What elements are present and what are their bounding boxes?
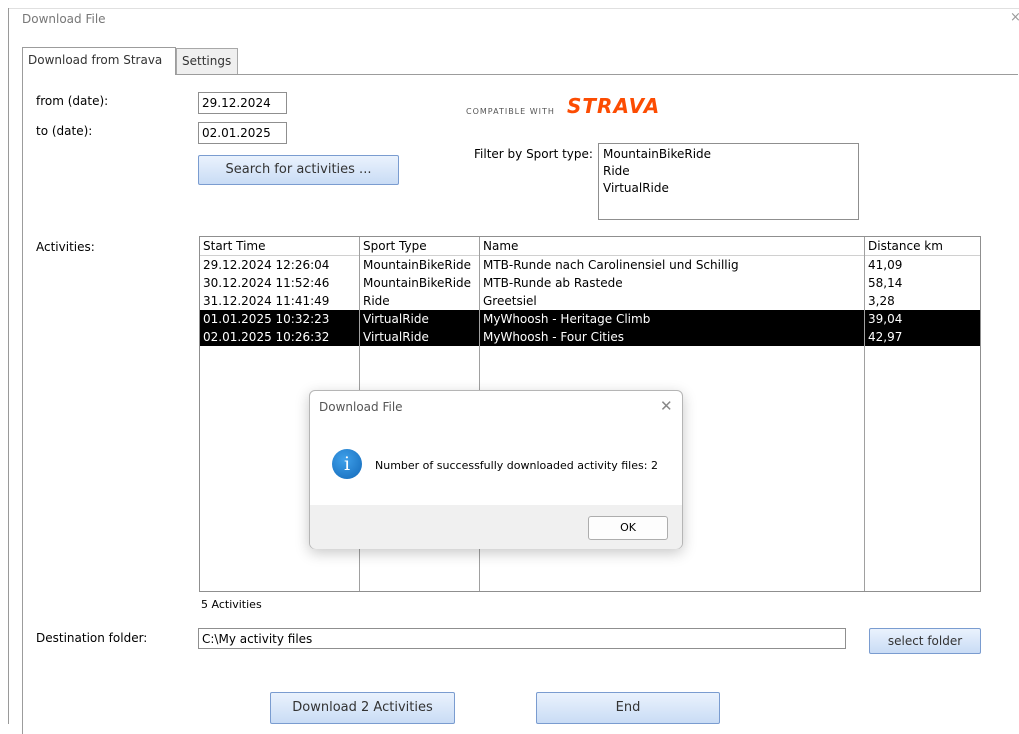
cell-distance: 39,04	[868, 312, 903, 326]
column-divider	[864, 237, 865, 591]
cell-name: MyWhoosh - Heritage Climb	[483, 312, 651, 326]
activities-label: Activities:	[36, 240, 95, 254]
select-folder-button[interactable]: select folder	[869, 628, 981, 654]
search-activities-button[interactable]: Search for activities ...	[198, 155, 399, 185]
window-close-icon[interactable]: ×	[1010, 10, 1019, 25]
sport-option[interactable]: MountainBikeRide	[603, 146, 854, 163]
sport-option[interactable]: Ride	[603, 163, 854, 180]
sport-type-listbox[interactable]: MountainBikeRide Ride VirtualRide	[598, 143, 859, 220]
from-date-input[interactable]: 29.12.2024	[198, 92, 287, 114]
column-header-start-time[interactable]: Start Time	[200, 237, 266, 255]
table-row[interactable]: 01.01.2025 10:32:23 VirtualRide MyWhoosh -…	[200, 310, 980, 328]
cell-sport-type: MountainBikeRide	[363, 258, 472, 272]
table-row[interactable]: 30.12.2024 11:52:46 MountainBikeRide MTB-R…	[200, 274, 980, 292]
tab-settings[interactable]: Settings	[176, 48, 238, 74]
window-top-border	[8, 8, 1019, 9]
cell-start-time: 31.12.2024 11:41:49	[203, 294, 330, 308]
info-icon: i	[332, 449, 362, 479]
download-activities-button[interactable]: Download 2 Activities	[270, 692, 455, 724]
cell-start-time: 29.12.2024 12:26:04	[203, 258, 330, 272]
destination-folder-input[interactable]: C:\My activity files	[198, 628, 846, 649]
dialog-title: Download File	[319, 400, 403, 414]
cell-sport-type: VirtualRide	[363, 330, 429, 344]
cell-distance: 41,09	[868, 258, 903, 272]
cell-sport-type: MountainBikeRide	[363, 276, 472, 290]
download-result-dialog: Download File ✕ i Number of successfully…	[309, 390, 683, 549]
column-header-sport-type[interactable]: Sport Type	[360, 237, 427, 255]
cell-start-time: 02.01.2025 10:26:32	[203, 330, 330, 344]
tab-download-from-strava[interactable]: Download from Strava	[22, 47, 176, 75]
activities-count: 5 Activities	[201, 598, 262, 611]
window-left-border	[8, 8, 9, 724]
table-row[interactable]: 31.12.2024 11:41:49 Ride Greetsiel 3,28	[200, 292, 980, 310]
destination-folder-label: Destination folder:	[36, 631, 148, 645]
table-row[interactable]: 02.01.2025 10:26:32 VirtualRide MyWhoosh -…	[200, 328, 980, 346]
to-date-label: to (date):	[36, 124, 93, 138]
cell-name: Greetsiel	[483, 294, 537, 308]
strava-compatible-text: COMPATIBLE WITH	[466, 107, 555, 116]
column-header-name[interactable]: Name	[480, 237, 518, 255]
window-title: Download File	[22, 12, 106, 26]
dialog-message: Number of successfully downloaded activi…	[375, 459, 658, 472]
cell-sport-type: VirtualRide	[363, 312, 429, 326]
cell-sport-type: Ride	[363, 294, 390, 308]
strava-brand-text: STRAVA	[567, 94, 661, 118]
cell-start-time: 30.12.2024 11:52:46	[203, 276, 330, 290]
column-header-distance[interactable]: Distance km	[865, 237, 943, 255]
from-date-label: from (date):	[36, 94, 109, 108]
to-date-input[interactable]: 02.01.2025	[198, 122, 287, 144]
compatible-with-strava-logo: COMPATIBLE WITH STRAVA	[466, 94, 666, 126]
ok-button[interactable]: OK	[588, 516, 668, 540]
cell-start-time: 01.01.2025 10:32:23	[203, 312, 330, 326]
cell-distance: 3,28	[868, 294, 895, 308]
sport-option[interactable]: VirtualRide	[603, 180, 854, 197]
cell-name: MyWhoosh - Four Cities	[483, 330, 624, 344]
end-button[interactable]: End	[536, 692, 720, 724]
cell-distance: 58,14	[868, 276, 903, 290]
cell-name: MTB-Runde nach Carolinensiel und Schilli…	[483, 258, 739, 272]
cell-distance: 42,97	[868, 330, 903, 344]
sport-filter-label: Filter by Sport type:	[474, 147, 593, 161]
dialog-close-icon[interactable]: ✕	[660, 397, 673, 415]
cell-name: MTB-Runde ab Rastede	[483, 276, 623, 290]
table-row[interactable]: 29.12.2024 12:26:04 MountainBikeRide MTB-R…	[200, 256, 980, 274]
